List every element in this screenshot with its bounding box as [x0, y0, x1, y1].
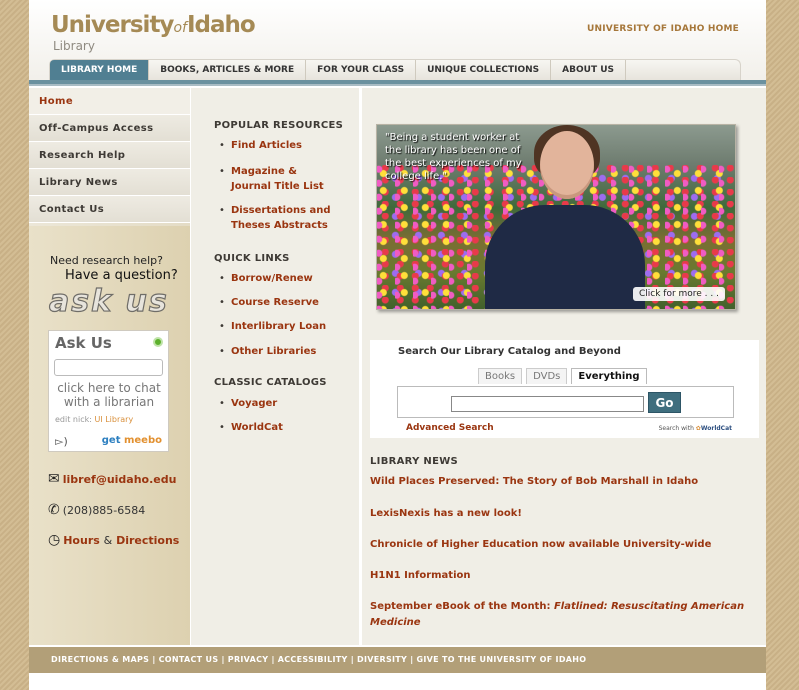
chat-input[interactable]: [54, 359, 163, 376]
footer: DIRECTIONS & MAPS | CONTACT US | PRIVACY…: [29, 645, 766, 673]
tab-for-your-class[interactable]: FOR YOUR CLASS: [306, 60, 417, 80]
footer-links[interactable]: DIRECTIONS & MAPS | CONTACT US | PRIVACY…: [51, 655, 586, 664]
link-worldcat[interactable]: WorldCat: [231, 420, 356, 435]
popular-resources-heading: POPULAR RESOURCES: [214, 120, 344, 131]
news-item-3[interactable]: Chronicle of Higher Education now availa…: [370, 537, 750, 553]
search-panel: Go: [397, 386, 734, 418]
link-interlibrary-loan[interactable]: Interlibrary Loan: [231, 319, 356, 334]
bullet: •: [219, 422, 225, 433]
university-home-link[interactable]: UNIVERSITY OF IDAHO HOME: [587, 24, 739, 34]
sidebar-item-home[interactable]: Home: [29, 88, 190, 115]
bullet: •: [219, 346, 225, 357]
header: UniversityofIdaho Library UNIVERSITY OF …: [29, 0, 766, 84]
sidebar-item-contact-us[interactable]: Contact Us: [29, 196, 190, 223]
search-input[interactable]: [451, 396, 644, 412]
link-course-reserve[interactable]: Course Reserve: [231, 295, 356, 310]
phone-icon: ✆: [48, 502, 60, 518]
nick-label: edit nick:: [55, 415, 92, 424]
university-logo[interactable]: UniversityofIdaho: [51, 12, 256, 38]
search-tabs: Books DVDs Everything: [478, 368, 651, 384]
logo-university: University: [51, 12, 174, 38]
catalog-search-box: Search Our Library Catalog and Beyond Bo…: [370, 340, 759, 438]
page-wrapper: UniversityofIdaho Library UNIVERSITY OF …: [29, 0, 766, 690]
feature-photo[interactable]: "Being a student worker at the library h…: [376, 124, 736, 310]
news-item-2[interactable]: LexisNexis has a new look!: [370, 506, 750, 522]
tab-dvds[interactable]: DVDs: [526, 368, 568, 384]
phone-number: (208)885-6584: [62, 504, 146, 517]
sidebar-item-off-campus[interactable]: Off-Campus Access: [29, 115, 190, 142]
tab-about-us[interactable]: ABOUT US: [551, 60, 627, 80]
nick-value: UI Library: [94, 415, 134, 424]
meebo-brand: meebo: [123, 435, 162, 446]
bullet: •: [219, 297, 225, 308]
searchwith-label: Search with: [658, 425, 694, 432]
hours-contact: ◷ Hours & Directions: [48, 532, 179, 548]
sidebar-item-library-news[interactable]: Library News: [29, 169, 190, 196]
directions-link[interactable]: Directions: [116, 534, 179, 547]
library-news-heading: LIBRARY NEWS: [370, 456, 459, 467]
classic-catalogs-heading: CLASSIC CATALOGS: [214, 377, 327, 388]
email-contact[interactable]: ✉ libref@uidaho.edu: [48, 471, 176, 487]
ask-us-graphic: ask us: [48, 283, 169, 319]
phone-contact: ✆ (208)885-6584: [48, 502, 145, 518]
link-borrow-renew[interactable]: Borrow/Renew: [231, 271, 356, 286]
widget-title: Ask Us: [55, 334, 112, 352]
need-help-text: Need research help?: [50, 254, 163, 267]
ask-us-chat-widget: Ask Us click here to chat with a librari…: [48, 330, 169, 452]
tab-everything[interactable]: Everything: [571, 368, 647, 384]
tab-books-articles[interactable]: BOOKS, ARTICLES & MORE: [149, 60, 307, 80]
bullet: •: [219, 321, 225, 332]
link-magazine-journal[interactable]: Magazine & Journal Title List: [231, 164, 336, 194]
clock-icon: ◷: [48, 532, 61, 548]
bullet: •: [219, 205, 225, 216]
main-nav: LIBRARY HOME BOOKS, ARTICLES & MORE FOR …: [49, 59, 741, 80]
bullet: •: [219, 273, 225, 284]
worldcat-badge[interactable]: Search with ✿WorldCat: [659, 425, 732, 432]
news-item-4[interactable]: H1N1 Information: [370, 568, 750, 584]
link-voyager[interactable]: Voyager: [231, 396, 356, 411]
sidebar: Home Off-Campus Access Research Help Lib…: [29, 88, 190, 645]
envelope-icon: ✉: [48, 471, 60, 487]
quick-links-heading: QUICK LINKS: [214, 253, 290, 264]
main-content: "Being a student worker at the library h…: [362, 88, 766, 645]
bullet: •: [219, 398, 225, 409]
go-button[interactable]: Go: [648, 392, 681, 413]
nav-underline-bar: [29, 80, 766, 86]
tab-books[interactable]: Books: [478, 368, 523, 384]
bullet: •: [219, 140, 225, 151]
online-status-icon: [153, 337, 163, 347]
have-question-text: Have a question?: [65, 268, 178, 283]
logo-idaho: Idaho: [186, 12, 256, 38]
get-meebo-link[interactable]: get meebo: [102, 435, 162, 446]
sidebar-item-research-help[interactable]: Research Help: [29, 142, 190, 169]
feature-quote: "Being a student worker at the library h…: [385, 132, 522, 182]
speaker-icon[interactable]: ▻): [55, 435, 68, 448]
advanced-search-link[interactable]: Advanced Search: [406, 423, 494, 433]
search-title: Search Our Library Catalog and Beyond: [398, 346, 621, 357]
logo-library-label: Library: [53, 39, 95, 53]
edit-nick[interactable]: edit nick: UI Library: [55, 415, 133, 424]
student-image: [485, 205, 645, 309]
news-item-1[interactable]: Wild Places Preserved: The Story of Bob …: [370, 474, 750, 490]
link-other-libraries[interactable]: Other Libraries: [231, 344, 356, 359]
research-help-box: Need research help? Have a question? ask…: [29, 226, 190, 645]
bullet: •: [219, 166, 225, 177]
worldcat-label: WorldCat: [700, 425, 732, 432]
click-for-more-button[interactable]: Click for more . . .: [632, 287, 725, 301]
ebook-prefix: September eBook of the Month:: [370, 601, 551, 612]
tab-unique-collections[interactable]: UNIQUE COLLECTIONS: [416, 60, 552, 80]
tab-library-home[interactable]: LIBRARY HOME: [50, 60, 150, 80]
email-link[interactable]: libref@uidaho.edu: [63, 473, 177, 486]
resources-column: POPULAR RESOURCES • Find Articles • Maga…: [191, 88, 359, 645]
hours-link[interactable]: Hours: [63, 534, 100, 547]
hours-amp: &: [103, 534, 113, 547]
news-item-5[interactable]: September eBook of the Month: Flatlined:…: [370, 599, 750, 631]
student-face-image: [540, 131, 594, 199]
link-dissertations[interactable]: Dissertations and Theses Abstracts: [231, 203, 356, 233]
link-find-articles[interactable]: Find Articles: [231, 138, 356, 153]
meebo-get: get: [101, 435, 121, 446]
logo-of: of: [173, 20, 187, 36]
chat-with-librarian-link[interactable]: click here to chat with a librarian: [55, 381, 163, 409]
